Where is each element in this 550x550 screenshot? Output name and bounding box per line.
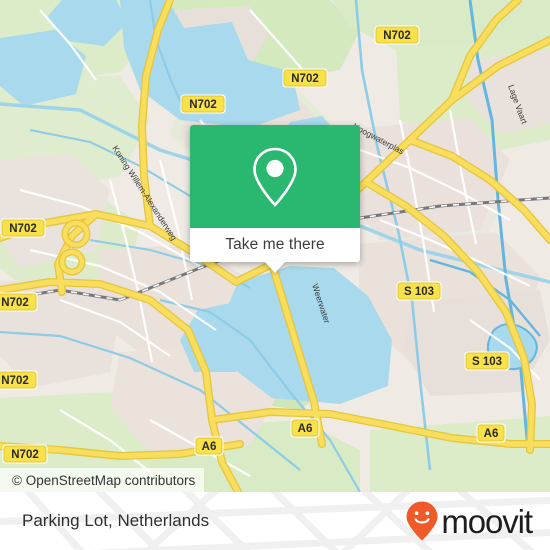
road-shield: N702 [0,292,38,312]
moovit-smiley-pin-icon [406,501,438,541]
map-pin-icon [253,147,297,207]
road-shield-label: N702 [291,73,319,85]
callout-pointer [264,261,286,273]
road-shield: A6 [290,418,320,438]
map-canvas[interactable]: Koning Willem-Alexanderweg Lage Vaart Hoog… [0,0,550,492]
brand-wordmark: moovit [441,502,533,540]
road-shield: N702 [0,370,38,390]
road-shield: N702 [2,444,48,464]
poi-card-action-area[interactable]: Take me there [190,228,360,273]
road-shield: N702 [180,94,226,114]
road-shield-label: A6 [484,428,499,440]
road-shield: S 103 [464,351,510,371]
poi-callout-card[interactable]: Take me there [190,125,360,273]
moovit-logo[interactable]: moovit [405,500,533,542]
osm-attribution[interactable]: © OpenStreetMap contributors [0,468,205,492]
road-shield: N702 [282,68,328,88]
poi-card-icon-area [190,125,360,228]
road-shield-label: S 103 [472,356,502,368]
take-me-there-label: Take me there [225,236,325,253]
road-shield-label: A6 [298,423,313,435]
road-shield: N702 [0,218,46,238]
road-shield-label: A6 [202,441,217,453]
road-shield: A6 [476,423,506,443]
road-shield-label: N702 [9,223,37,235]
road-shield: S 103 [396,281,442,301]
road-shield-label: N702 [11,449,39,461]
road-shield: N702 [374,25,420,45]
footer-bar: Parking Lot, Netherlands moovit [0,492,550,550]
road-shield-label: N702 [1,375,29,387]
page-title: Parking Lot, Netherlands [22,511,210,530]
road-shield-label: N702 [383,30,411,42]
road-shield-label: S 103 [404,286,434,298]
road-shield-label: N702 [189,99,217,111]
map-screenshot: Koning Willem-Alexanderweg Lage Vaart Hoog… [0,0,550,550]
road-shield-label: N702 [1,297,29,309]
road-shield: A6 [194,436,224,456]
